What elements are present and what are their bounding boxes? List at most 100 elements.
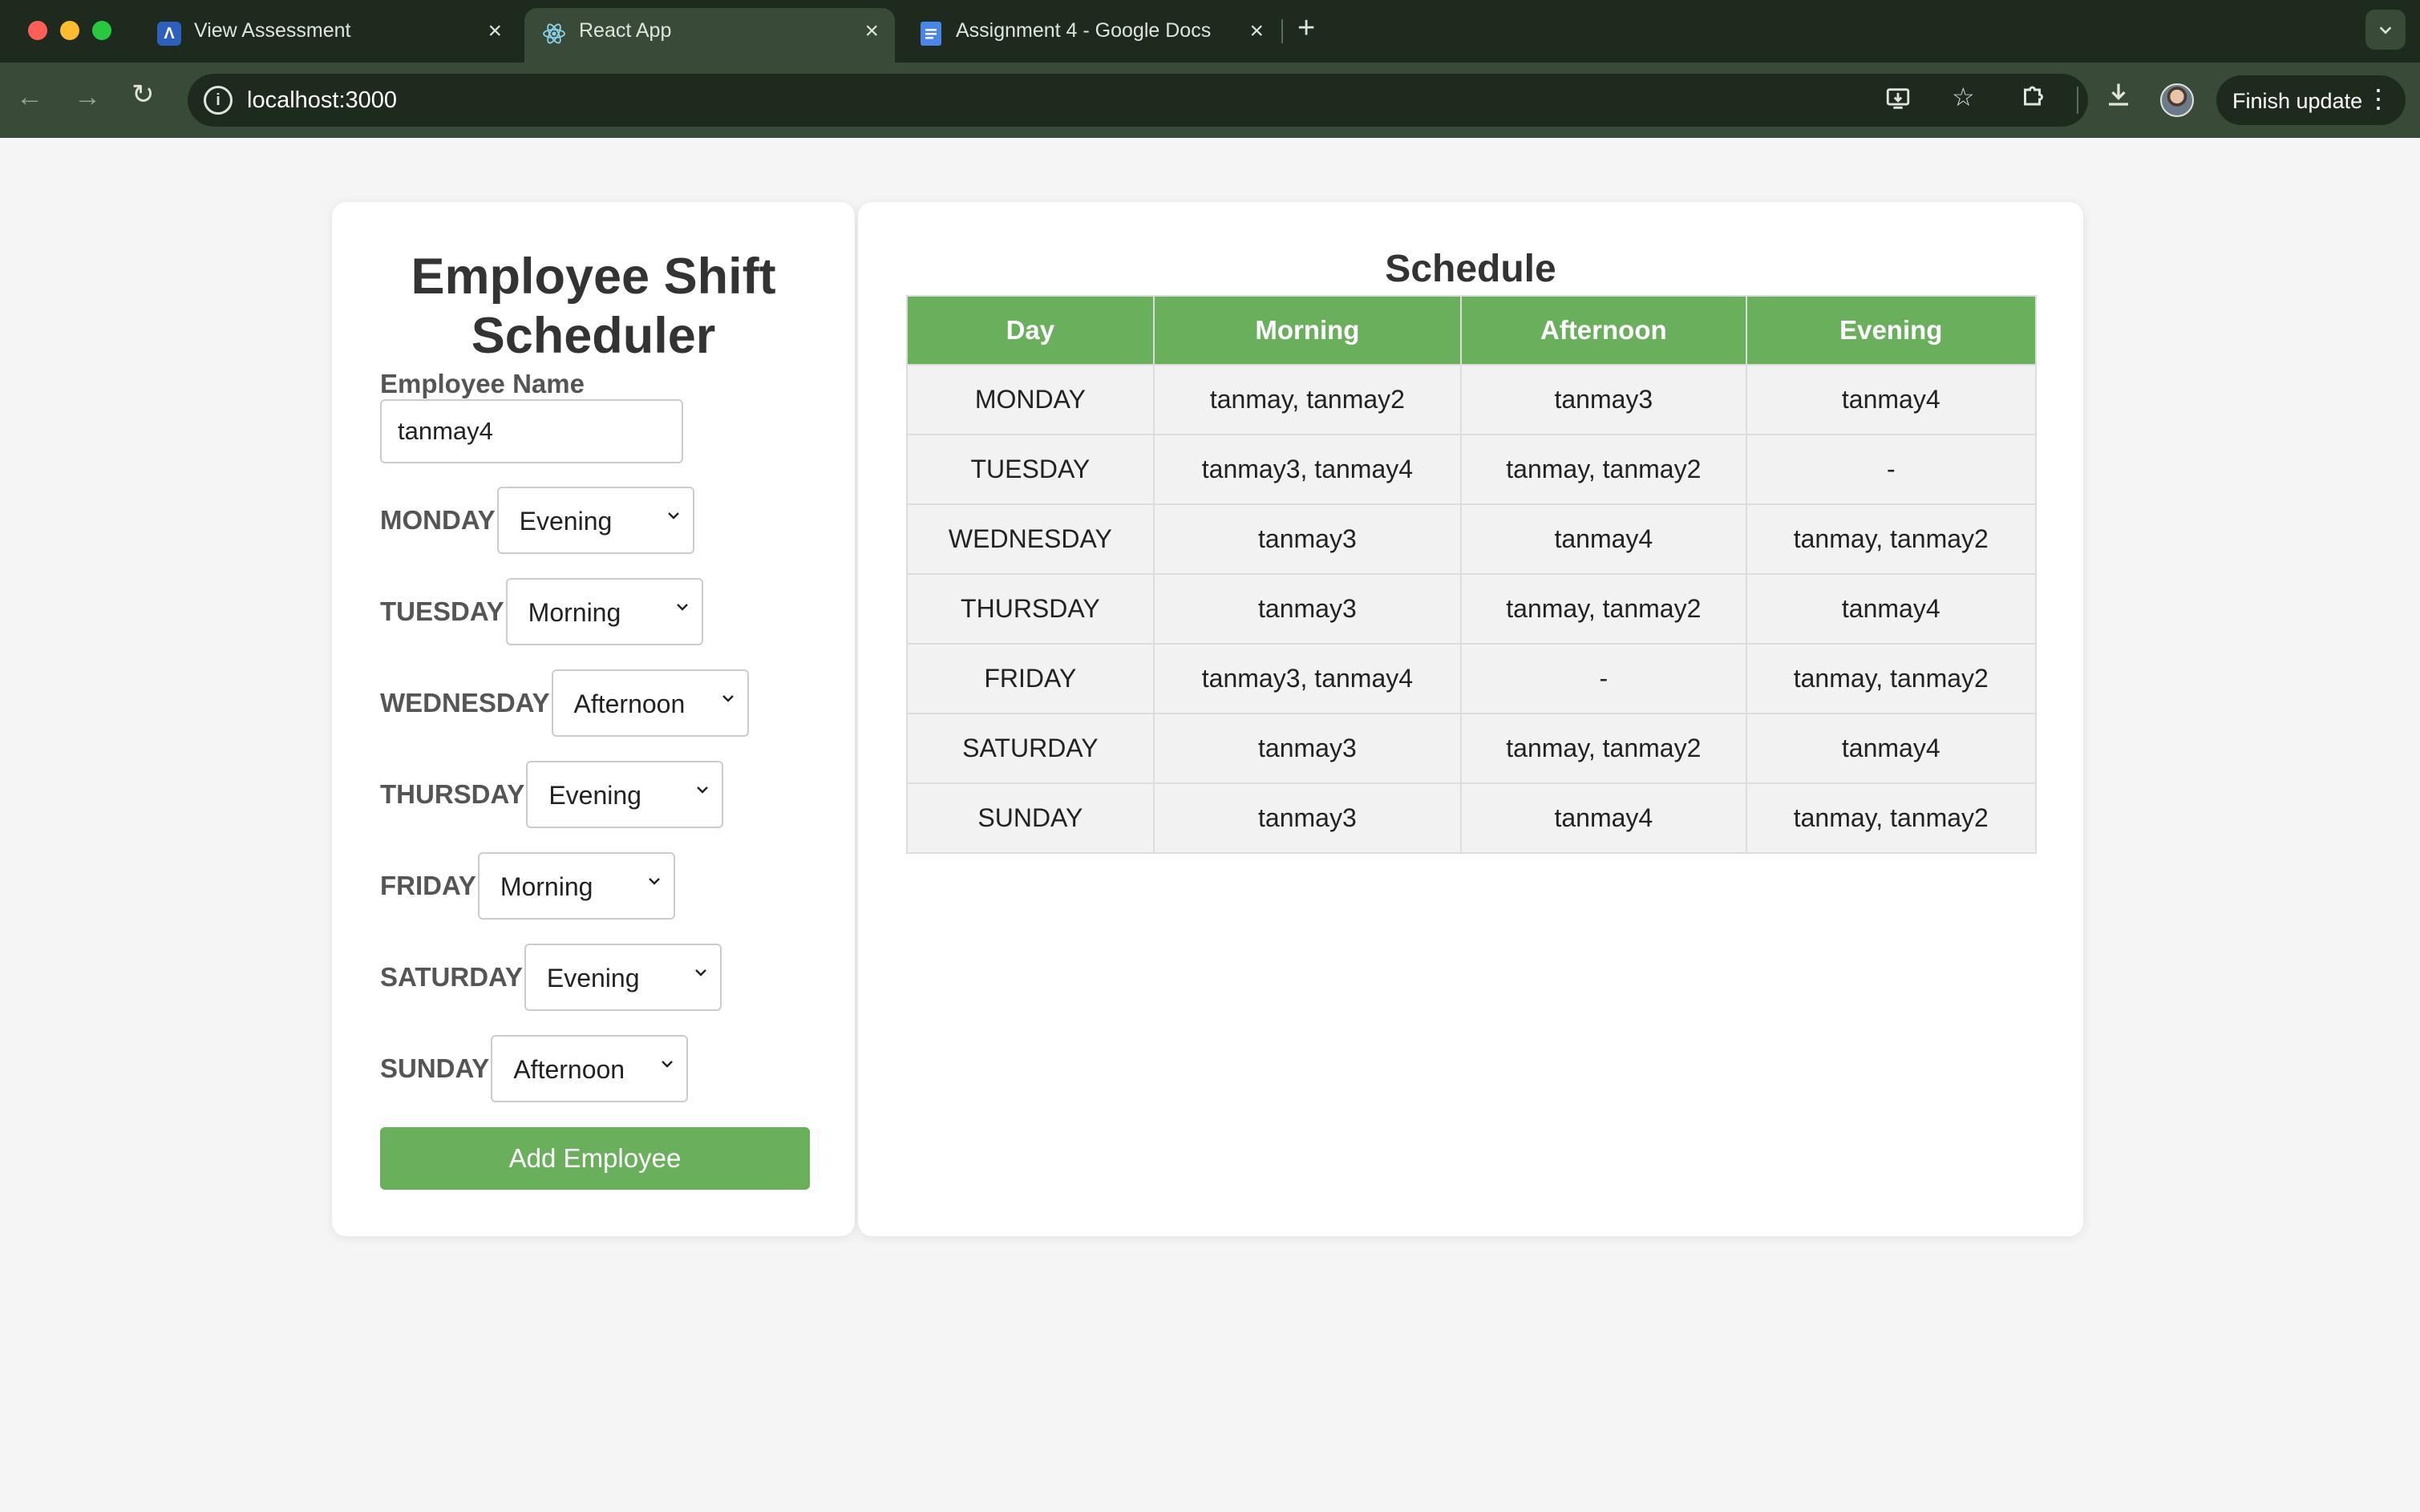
cell-day: MONDAY [906,364,1155,435]
table-row: FRIDAY tanmay3, tanmay4 - tanmay, tanmay… [906,643,2038,714]
site-info-icon[interactable]: i [204,86,233,115]
cell-evening: - [1745,434,2038,505]
cell-afternoon: tanmay, tanmay2 [1460,573,1747,645]
cell-afternoon: tanmay3 [1460,364,1747,435]
table-row: MONDAY tanmay, tanmay2 tanmay3 tanmay4 [906,364,2038,435]
more-menu-icon[interactable]: ⋮ [2365,83,2391,114]
tab-search-chevron-icon[interactable] [2365,10,2406,50]
day-row-saturday: SATURDAY Evening [380,944,722,1011]
table-row: THURSDAY tanmay3 tanmay, tanmay2 tanmay4 [906,573,2038,645]
cell-morning: tanmay3 [1152,713,1463,784]
add-employee-button[interactable]: Add Employee [380,1127,810,1190]
column-header-evening: Evening [1745,295,2038,366]
cell-day: WEDNESDAY [906,503,1155,575]
close-window-button[interactable] [28,21,47,40]
shift-select-sunday[interactable]: Afternoon [491,1035,689,1102]
shift-select-value: Afternoon [573,689,686,718]
extensions-puzzle-icon[interactable] [2019,80,2048,116]
day-label: TUESDAY [380,596,504,626]
shift-select-monday[interactable]: Evening [496,487,694,554]
shift-select-thursday[interactable]: Evening [526,761,724,828]
cell-morning: tanmay3, tanmay4 [1152,643,1463,714]
tab-strip: Λ View Assessment × React App × Assignme… [0,0,2420,63]
cell-morning: tanmay3 [1152,573,1463,645]
install-app-icon[interactable] [1884,85,1912,119]
minimize-window-button[interactable] [60,21,79,40]
shift-select-value: Afternoon [513,1055,625,1084]
reload-icon[interactable]: ↻ [132,79,155,111]
cell-afternoon: tanmay, tanmay2 [1460,434,1747,505]
day-label: MONDAY [380,505,496,535]
cell-morning: tanmay3 [1152,782,1463,854]
new-tab-button[interactable]: + [1297,11,1315,46]
back-arrow-icon[interactable]: ← [16,82,43,113]
cell-evening: tanmay, tanmay2 [1745,782,2038,854]
cell-afternoon: - [1460,643,1747,714]
day-row-tuesday: TUESDAY Morning [380,578,703,645]
tab-title: React App [579,19,672,42]
employee-name-label: Employee Name [380,369,585,398]
schedule-table: Day Morning Afternoon Evening MONDAY tan… [906,295,2038,854]
page-title: Employee Shift Scheduler [411,249,776,364]
tab-title: View Assessment [194,19,351,42]
url-text[interactable]: localhost:3000 [247,87,397,114]
chevron-down-icon [676,604,688,611]
cell-day: SATURDAY [906,713,1155,784]
shift-select-value: Morning [528,598,621,627]
cell-afternoon: tanmay4 [1460,782,1747,854]
tab-title: Assignment 4 - Google Docs [956,19,1212,42]
close-tab-icon[interactable]: × [864,18,879,45]
cell-evening: tanmay4 [1745,573,2038,645]
shift-select-value: Morning [500,872,593,901]
profile-avatar[interactable] [2160,83,2194,117]
table-header-row: Day Morning Afternoon Evening [906,295,2038,366]
day-row-wednesday: WEDNESDAY Afternoon [380,669,749,737]
google-docs-icon [919,22,943,46]
table-row: WEDNESDAY tanmay3 tanmay4 tanmay, tanmay… [906,503,2038,575]
shift-select-value: Evening [546,964,640,993]
downloads-icon[interactable] [2104,80,2133,116]
employee-name-input[interactable] [380,399,683,463]
day-row-thursday: THURSDAY Evening [380,761,724,828]
schedule-card: Schedule Day Morning Afternoon Evening M… [858,202,2083,1236]
scheduler-form-card: Employee Shift Scheduler Employee Name M… [332,202,855,1236]
cell-day: SUNDAY [906,782,1155,854]
shift-select-value: Evening [548,781,641,810]
close-tab-icon[interactable]: × [1249,18,1264,45]
cell-evening: tanmay4 [1745,364,2038,435]
bookmark-star-icon[interactable]: ☆ [1952,82,1975,112]
cell-day: FRIDAY [906,643,1155,714]
cell-evening: tanmay, tanmay2 [1745,643,2038,714]
shift-select-wednesday[interactable]: Afternoon [551,669,749,737]
finish-update-button[interactable]: Finish update ⋮ [2216,75,2406,125]
day-label: FRIDAY [380,871,476,900]
shift-select-friday[interactable]: Morning [477,852,675,920]
chevron-down-icon [662,1061,674,1068]
maximize-window-button[interactable] [92,21,111,40]
tab-google-docs[interactable]: Assignment 4 - Google Docs × [901,8,1280,63]
chevron-down-icon [648,878,660,885]
cell-evening: tanmay4 [1745,713,2038,784]
column-header-morning: Morning [1152,295,1463,366]
table-row: SUNDAY tanmay3 tanmay4 tanmay, tanmay2 [906,782,2038,854]
react-icon [542,22,566,46]
cell-day: THURSDAY [906,573,1155,645]
shift-select-saturday[interactable]: Evening [524,944,722,1011]
chevron-down-icon [695,969,706,976]
address-bar[interactable]: i localhost:3000 ☆ [188,74,2088,127]
close-tab-icon[interactable]: × [488,18,502,45]
finish-update-label: Finish update [2232,89,2363,113]
shift-select-value: Evening [519,507,613,536]
day-row-friday: FRIDAY Morning [380,852,675,920]
shift-select-tuesday[interactable]: Morning [505,578,703,645]
chevron-down-icon [697,786,709,794]
tab-view-assessment[interactable]: Λ View Assessment × [140,8,518,63]
day-label: WEDNESDAY [380,688,550,718]
tab-react-app[interactable]: React App × [524,8,895,63]
forward-arrow-icon[interactable]: → [74,82,101,113]
cell-morning: tanmay3, tanmay4 [1152,434,1463,505]
day-label: THURSDAY [380,779,525,809]
cell-day: TUESDAY [906,434,1155,505]
day-label: SATURDAY [380,962,523,992]
column-header-afternoon: Afternoon [1460,295,1747,366]
